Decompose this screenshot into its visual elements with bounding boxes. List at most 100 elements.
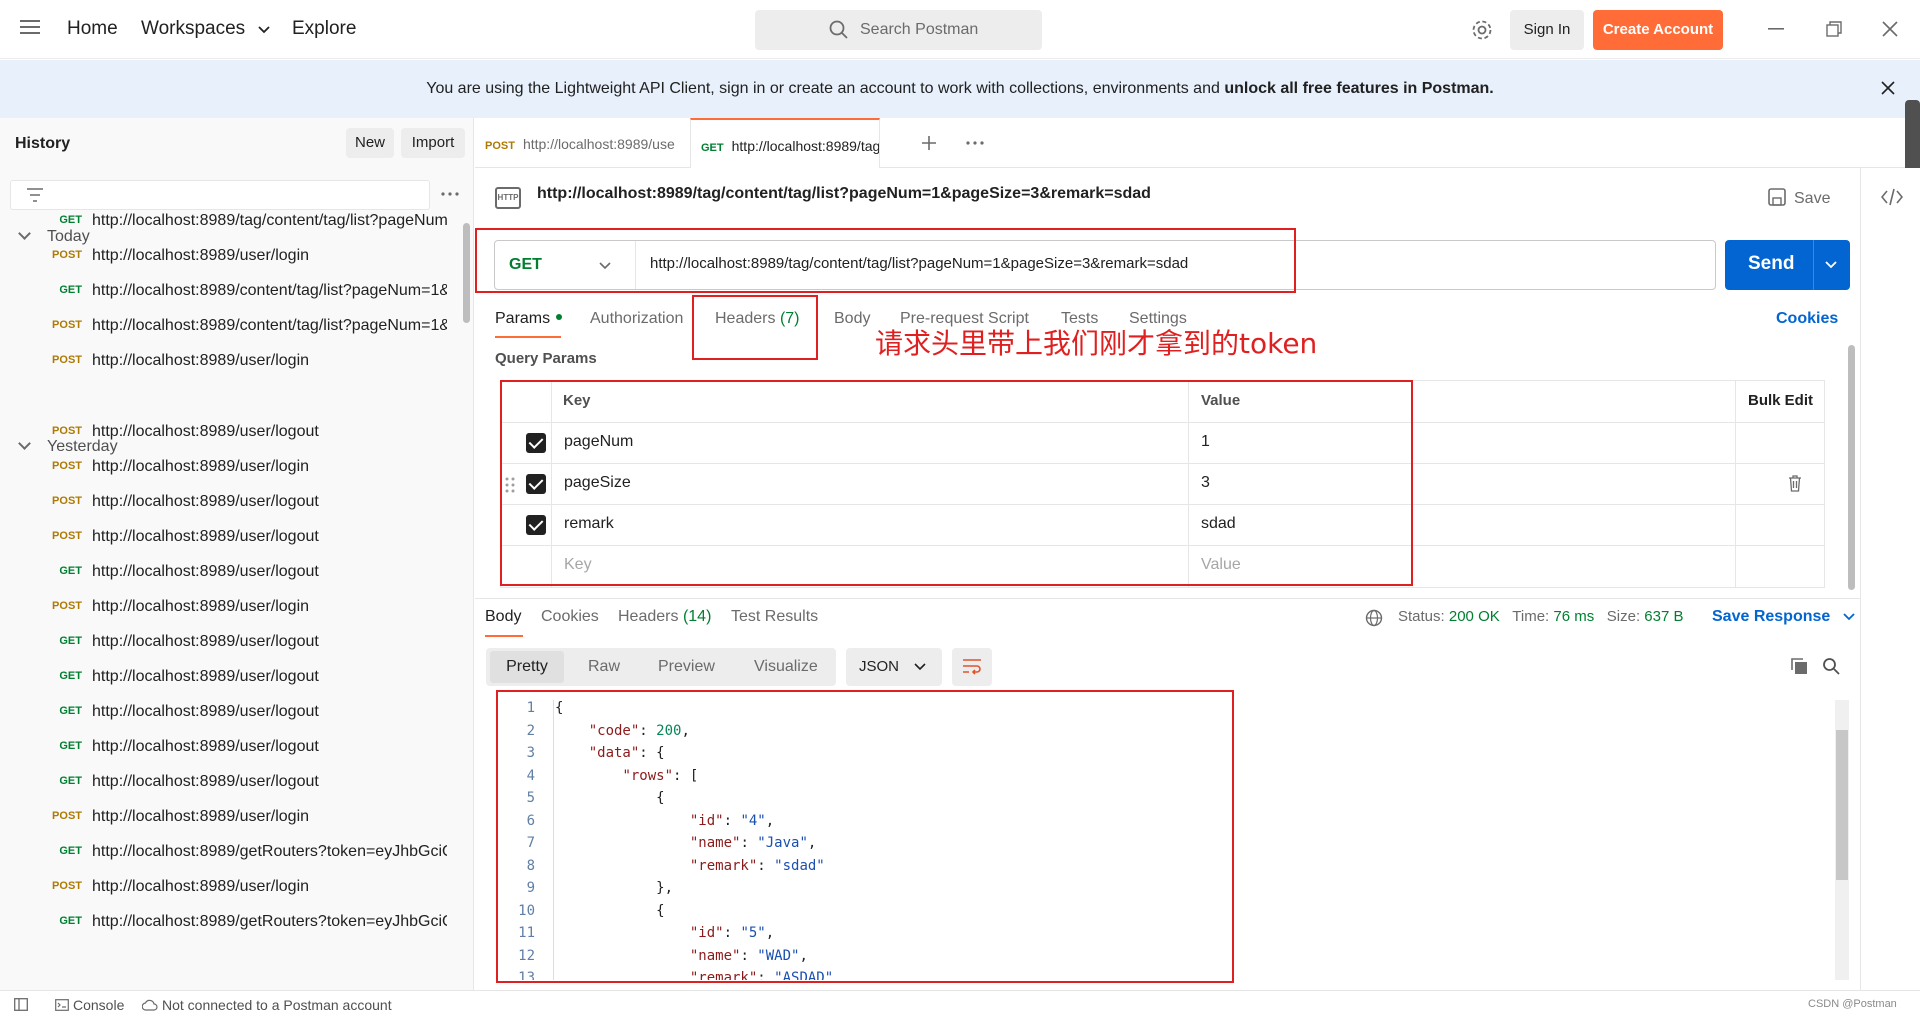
history-item-url: http://localhost:8989/user/logout (92, 668, 319, 685)
history-item[interactable]: GET http://localhost:8989/user/logout (0, 730, 460, 765)
view-visualize[interactable]: Visualize (754, 658, 818, 676)
tab-response-headers[interactable]: Headers (14) (618, 608, 711, 626)
history-item-method: GET (59, 775, 82, 787)
line-number: 1 (526, 700, 535, 716)
code-text: "remark": "sdad" (689, 857, 825, 874)
wrap-lines-button[interactable] (952, 648, 992, 686)
response-divider[interactable] (475, 598, 1860, 599)
chevron-down-icon[interactable] (1825, 261, 1837, 269)
close-banner-icon[interactable] (1880, 80, 1896, 96)
view-pretty[interactable]: Pretty (490, 651, 564, 683)
add-tab-icon[interactable] (921, 135, 937, 151)
new-button[interactable]: New (346, 128, 394, 158)
format-select[interactable]: JSON (846, 648, 942, 686)
view-preview[interactable]: Preview (658, 658, 715, 676)
save-label: Save (1794, 190, 1831, 207)
cookies-link[interactable]: Cookies (1776, 310, 1838, 328)
minimize-icon[interactable] (1768, 28, 1784, 30)
history-item[interactable]: GET http://localhost:8989/user/logout (0, 625, 460, 660)
create-account-button[interactable]: Create Account (1593, 10, 1723, 50)
line-number: 6 (526, 812, 535, 829)
console-button[interactable]: Console (55, 997, 124, 1013)
sidebar-scrollbar[interactable] (463, 223, 470, 323)
tab-response-cookies[interactable]: Cookies (541, 608, 599, 626)
history-item[interactable]: POST http://localhost:8989/user/logout (0, 520, 460, 555)
account-status[interactable]: Not connected to a Postman account (141, 997, 392, 1013)
history-item[interactable]: POST http://localhost:8989/user/logout (0, 485, 460, 520)
search-bar[interactable]: Search Postman (755, 10, 1042, 50)
history-item[interactable]: GET http://localhost:8989/content/tag/lis… (0, 274, 460, 309)
request-scrollbar[interactable] (1848, 345, 1855, 590)
info-banner: You are using the Lightweight API Client… (0, 60, 1920, 118)
history-item-method: POST (52, 249, 82, 261)
history-item[interactable]: POST http://localhost:8989/user/login (0, 590, 460, 625)
history-item-url: http://localhost:8989/user/login (92, 247, 310, 264)
close-icon[interactable] (1882, 21, 1898, 37)
copy-icon[interactable] (1790, 657, 1808, 675)
history-item[interactable]: POST http://localhost:8989/user/login (0, 870, 460, 905)
tab-response-body[interactable]: Body (485, 608, 521, 626)
history-item-method: POST (52, 530, 82, 542)
history-item[interactable]: GET http://localhost:8989/getRouters?toke… (0, 835, 460, 870)
code-text: { (555, 902, 665, 919)
explore-link[interactable]: Explore (292, 18, 356, 40)
sidebar-toggle-icon[interactable] (14, 998, 28, 1011)
tab-label: http://localhost:8989/tag/content/tag/li… (731, 138, 880, 154)
line-number: 3 (526, 745, 535, 761)
menu-icon[interactable] (20, 20, 40, 36)
tab-more-icon[interactable] (966, 141, 984, 145)
sign-in-button[interactable]: Sign In (1510, 10, 1584, 50)
console-icon (55, 999, 69, 1011)
line-number: 5 (526, 790, 535, 806)
history-item-method: GET (59, 845, 82, 857)
code-text: "id": "4", (689, 812, 775, 829)
line-number: 12 (518, 947, 535, 964)
response-body-code[interactable]: 1{2 "code": 200, 3 "data": {4 "rows": [5 … (495, 700, 1850, 980)
history-item[interactable]: GET http://localhost:8989/user/logout (0, 660, 460, 695)
search-icon (829, 20, 848, 39)
home-link[interactable]: Home (67, 18, 118, 40)
history-item[interactable]: GET http://localhost:8989/user/logout (0, 765, 460, 800)
history-item-method: GET (59, 565, 82, 577)
globe-icon[interactable] (1365, 609, 1383, 627)
workspaces-menu[interactable]: Workspaces (141, 18, 271, 40)
view-raw[interactable]: Raw (588, 658, 620, 676)
tab-params[interactable]: Params (495, 310, 563, 328)
trash-icon[interactable] (1788, 475, 1802, 492)
status-value: 200 OK (1448, 608, 1500, 625)
more-options-icon[interactable] (441, 192, 459, 196)
history-item[interactable]: GET http://localhost:8989/user/logout (0, 555, 460, 590)
tab-get-tag-list[interactable]: GET http://localhost:8989/tag/content/tag… (690, 118, 880, 168)
annotation-box-params (500, 380, 1413, 586)
tab-authorization[interactable]: Authorization (590, 310, 683, 328)
save-response-button[interactable]: Save Response (1712, 608, 1855, 626)
account-label: Not connected to a Postman account (162, 997, 392, 1013)
send-button[interactable]: Send (1725, 240, 1850, 290)
history-item[interactable]: POST http://localhost:8989/user/login (0, 239, 460, 274)
tab-post-login[interactable]: POST http://localhost:8989/user/login (485, 118, 675, 168)
history-item[interactable]: POST http://localhost:8989/user/logout (0, 415, 460, 450)
code-scrollbar[interactable] (1835, 700, 1849, 980)
search-response-icon[interactable] (1822, 657, 1840, 675)
history-item[interactable]: POST http://localhost:8989/user/login (0, 800, 460, 835)
import-button[interactable]: Import (401, 128, 465, 158)
history-item[interactable]: GET http://localhost:8989/getRouters?toke… (0, 905, 460, 940)
code-text: { (555, 790, 665, 806)
history-item[interactable]: POST http://localhost:8989/user/login (0, 450, 460, 485)
tab-test-results[interactable]: Test Results (731, 608, 818, 626)
restore-icon[interactable] (1826, 21, 1842, 37)
time-value: 76 ms (1553, 608, 1595, 625)
save-button[interactable]: Save (1768, 188, 1830, 208)
history-item[interactable]: POST http://localhost:8989/user/login (0, 344, 460, 379)
save-icon (1768, 188, 1786, 206)
banner-bold-text: unlock all free features in Postman. (1224, 80, 1494, 97)
history-item[interactable]: GET http://localhost:8989/tag/content/tag… (0, 204, 460, 239)
annotation-box-headers (692, 295, 818, 360)
code-snippet-icon[interactable] (1881, 188, 1903, 206)
gear-icon[interactable] (1470, 18, 1494, 42)
history-item[interactable]: POST http://localhost:8989/content/tag/li… (0, 309, 460, 344)
tab-body[interactable]: Body (834, 310, 870, 328)
cloud-off-icon (141, 999, 158, 1011)
bulk-edit-button[interactable]: Bulk Edit (1748, 392, 1813, 409)
history-item[interactable]: GET http://localhost:8989/user/logout (0, 695, 460, 730)
